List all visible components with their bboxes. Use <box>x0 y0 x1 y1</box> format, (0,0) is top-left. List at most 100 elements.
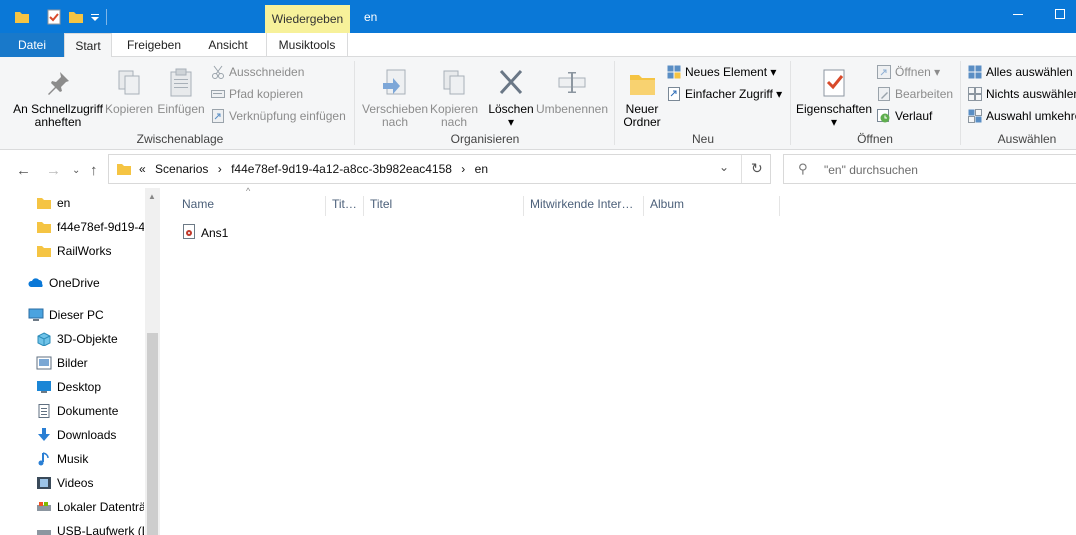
up-arrow-icon[interactable]: ↑ <box>90 162 98 179</box>
open-group-label: Öffnen <box>857 132 893 146</box>
select-all-button[interactable]: Alles auswählen <box>968 63 1073 81</box>
download-arrow-icon <box>36 428 52 442</box>
copy-to-button[interactable]: Kopieren nach <box>428 67 480 129</box>
ribbon: An Schnellzugriff anheften Kopieren Einf… <box>0 57 1076 150</box>
sidebar-item-desktop[interactable]: Desktop <box>36 377 144 397</box>
film-icon <box>36 476 52 490</box>
sidebar-item-en[interactable]: en <box>36 193 144 213</box>
sidebar-item-dokumente[interactable]: Dokumente <box>36 401 144 421</box>
tab-datei[interactable]: Datei <box>0 33 64 57</box>
column-name[interactable]: Name <box>176 196 326 216</box>
group-separator <box>790 61 791 145</box>
customize-quick-access-icon[interactable] <box>90 9 102 25</box>
new-item-button[interactable]: Neues Element ▾ <box>667 63 776 81</box>
copy-icon <box>113 67 145 99</box>
paste-shortcut-button[interactable]: Verknüpfung einfügen <box>211 107 346 125</box>
sidebar-item-railworks[interactable]: RailWorks <box>36 241 144 261</box>
recent-dropdown-icon[interactable]: ⌄ <box>72 165 80 176</box>
sidebar-item-dieser-pc[interactable]: Dieser PC <box>28 305 144 325</box>
rename-button[interactable]: Umbenennen <box>534 67 610 116</box>
search-box[interactable]: ⚲ "en" durchsuchen <box>783 154 1076 184</box>
separator <box>106 9 107 25</box>
address-bar[interactable]: « Scenarios › f44e78ef-9d19-4a12-a8cc-3b… <box>108 154 771 184</box>
history-button[interactable]: Verlauf <box>877 107 932 125</box>
breadcrumb-guid[interactable]: f44e78ef-9d19-4a12-a8cc-3b982eac4158 <box>231 162 452 176</box>
tab-musiktools[interactable]: Musiktools <box>266 33 348 57</box>
scissors-icon <box>211 65 225 79</box>
breadcrumb-scenarios[interactable]: Scenarios <box>155 162 208 176</box>
clipboard-icon <box>165 67 197 99</box>
folder-icon <box>36 196 52 210</box>
path-icon <box>211 87 225 101</box>
invert-selection-button[interactable]: Auswahl umkehren <box>968 107 1076 125</box>
music-note-icon <box>36 452 52 466</box>
back-arrow-icon[interactable]: ← <box>16 162 31 179</box>
scroll-up-icon[interactable]: ▲ <box>148 192 156 201</box>
sidebar-item-videos[interactable]: Videos <box>36 473 144 493</box>
breadcrumb: « Scenarios › f44e78ef-9d19-4a12-a8cc-3b… <box>139 162 488 176</box>
open-button[interactable]: Öffnen ▾ <box>877 63 940 81</box>
tab-freigeben[interactable]: Freigeben <box>116 33 192 57</box>
easy-access-icon <box>667 87 681 101</box>
edit-icon <box>877 87 891 101</box>
properties-icon[interactable] <box>46 9 62 25</box>
tab-ansicht[interactable]: Ansicht <box>196 33 260 57</box>
sidebar-item-lokaler-datentraeger[interactable]: Lokaler Datenträger (C:) <box>36 497 144 517</box>
tab-start[interactable]: Start <box>64 33 112 58</box>
properties-button[interactable]: Eigenschaften ▾ <box>794 67 874 129</box>
copy-to-icon <box>438 67 470 99</box>
organize-group-label: Organisieren <box>450 132 520 146</box>
maximize-icon[interactable] <box>1052 6 1068 22</box>
column-title[interactable]: Titel <box>364 196 524 216</box>
new-group-label: Neu <box>691 132 714 146</box>
move-to-button[interactable]: Verschieben nach <box>362 67 428 129</box>
cut-button[interactable]: Ausschneiden <box>211 63 304 81</box>
column-track-number[interactable]: Tit… <box>326 196 364 216</box>
group-separator <box>960 61 961 145</box>
select-none-button[interactable]: Nichts auswählen <box>968 85 1076 103</box>
sidebar-item-usb-laufwerk[interactable]: USB-Laufwerk (D:) <box>36 521 144 535</box>
minimize-icon[interactable] <box>1010 6 1026 22</box>
new-folder-icon[interactable] <box>68 9 84 25</box>
computer-icon <box>28 308 44 322</box>
pictures-icon <box>36 356 52 370</box>
column-contributing-artists[interactable]: Mitwirkende Inter… <box>524 196 644 216</box>
invert-selection-icon <box>968 109 982 123</box>
open-icon <box>877 65 891 79</box>
chevron-down-icon[interactable]: ⌄ <box>719 160 729 174</box>
shortcut-icon <box>211 109 225 123</box>
desktop-icon <box>36 380 52 394</box>
column-album[interactable]: Album <box>644 196 780 216</box>
properties-icon <box>818 67 850 99</box>
pin-quick-access-button[interactable]: An Schnellzugriff anheften <box>8 67 108 129</box>
paste-button[interactable]: Einfügen <box>155 67 207 116</box>
sidebar-item-musik[interactable]: Musik <box>36 449 144 469</box>
scrollbar-thumb[interactable] <box>147 333 158 535</box>
search-input[interactable]: "en" durchsuchen <box>824 163 918 177</box>
audio-file-icon <box>182 224 196 240</box>
folder-icon[interactable] <box>14 9 30 25</box>
copy-button[interactable]: Kopieren <box>104 67 154 116</box>
divider <box>741 155 742 183</box>
forward-arrow-icon[interactable]: → <box>46 162 61 179</box>
group-separator <box>614 61 615 145</box>
copy-path-button[interactable]: Pfad kopieren <box>211 85 303 103</box>
sidebar-item-onedrive[interactable]: OneDrive <box>28 273 144 293</box>
delete-button[interactable]: Löschen ▾ <box>488 67 534 129</box>
refresh-icon[interactable]: ↻ <box>751 160 763 177</box>
context-tab-label: Wiedergeben <box>265 5 350 33</box>
sidebar-item-3d-objekte[interactable]: 3D-Objekte <box>36 329 144 349</box>
sidebar-item-bilder[interactable]: Bilder <box>36 353 144 373</box>
sidebar-item-guid[interactable]: f44e78ef-9d19-4a12-a8cc-3b982eac4158 <box>36 217 144 237</box>
sidebar-item-downloads[interactable]: Downloads <box>36 425 144 445</box>
history-icon <box>877 109 891 123</box>
clipboard-group-label: Zwischenablage <box>136 132 224 146</box>
folder-icon <box>626 67 658 99</box>
breadcrumb-en[interactable]: en <box>475 162 488 176</box>
ribbon-tabs: Datei Start Freigeben Ansicht Musiktools <box>0 33 1076 58</box>
file-list <box>163 188 1076 535</box>
edit-button[interactable]: Bearbeiten <box>877 85 953 103</box>
new-folder-button[interactable]: Neuer Ordner <box>620 67 664 129</box>
easy-access-button[interactable]: Einfacher Zugriff ▾ <box>667 85 782 103</box>
list-item[interactable]: Ans1 <box>182 222 228 244</box>
